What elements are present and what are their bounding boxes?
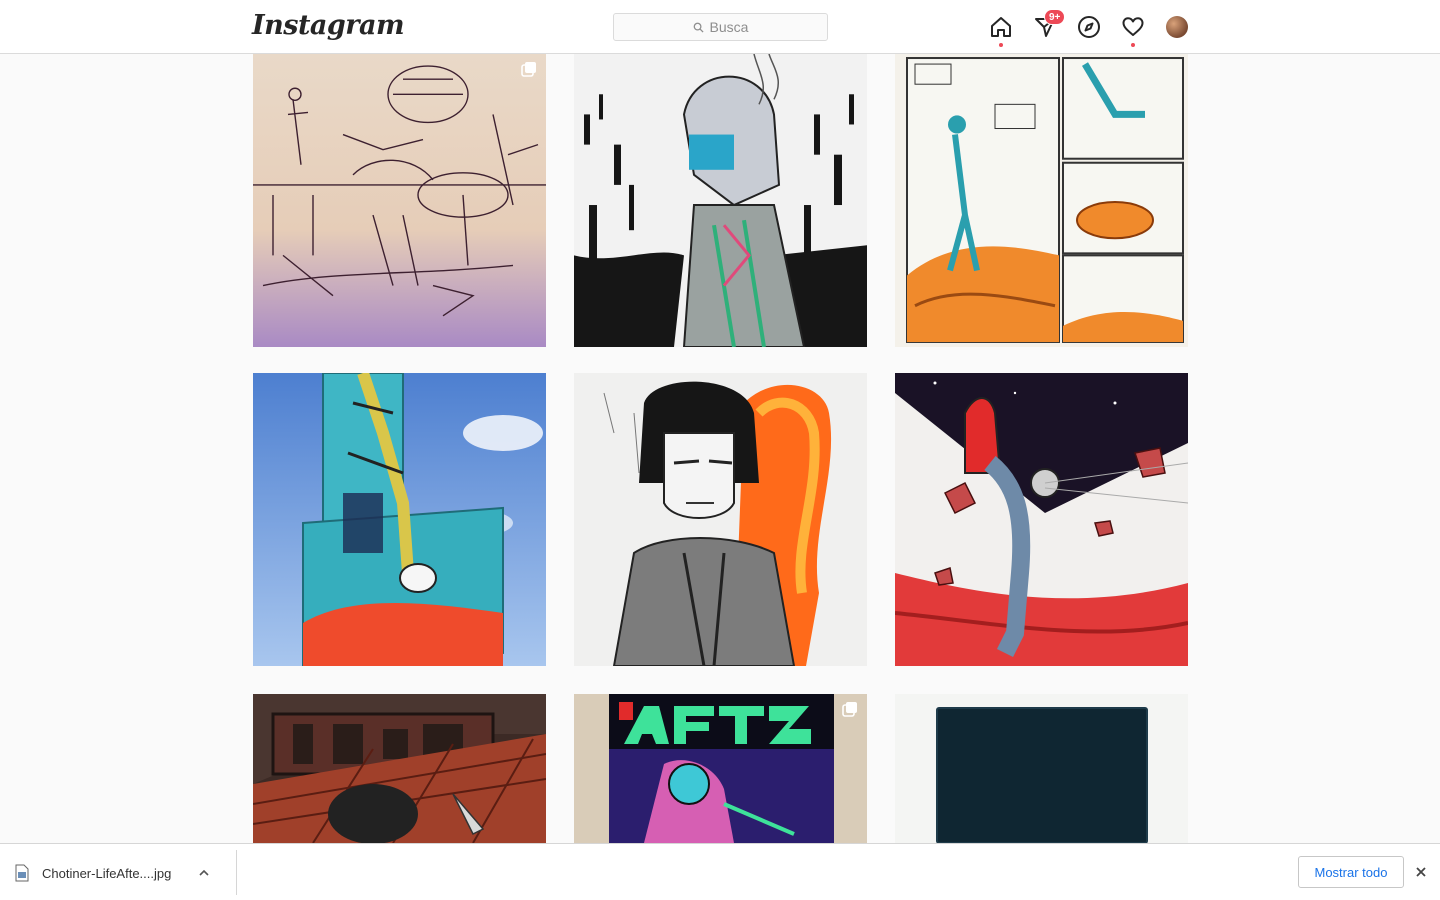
download-shelf: Chotiner-LifeAfte....jpg Mostrar todo — [0, 843, 1440, 900]
post-thumbnail-1[interactable] — [253, 54, 546, 347]
multiple-posts-icon — [520, 60, 538, 78]
post-thumbnail-2[interactable] — [574, 54, 867, 347]
container-tower-mural-image — [253, 373, 546, 666]
direct-badge: 9+ — [1044, 9, 1066, 25]
show-all-downloads-button[interactable]: Mostrar todo — [1298, 856, 1404, 888]
activity-button[interactable] — [1120, 14, 1146, 47]
toolbox-knife-image — [253, 694, 546, 843]
search-input[interactable]: Busca — [613, 13, 828, 41]
home-button[interactable] — [988, 14, 1014, 47]
sketch-beach-image — [253, 54, 546, 347]
image-file-icon — [15, 864, 29, 882]
search-icon — [693, 22, 704, 33]
search-placeholder: Busca — [709, 19, 749, 35]
chevron-up-icon[interactable] — [197, 866, 211, 880]
after-paradise-cover-image — [574, 694, 867, 843]
astronaut-red-planet-image — [895, 373, 1188, 666]
multiple-posts-icon — [841, 700, 859, 718]
post-thumbnail-3[interactable] — [895, 54, 1188, 347]
cyborg-profile-image — [574, 54, 867, 347]
close-icon[interactable] — [1414, 865, 1428, 879]
profile-avatar[interactable] — [1166, 16, 1188, 38]
comic-page-image — [895, 54, 1188, 347]
direct-button[interactable]: 9+ — [1032, 9, 1066, 40]
home-notification-dot — [999, 43, 1003, 47]
post-thumbnail-6[interactable] — [895, 373, 1188, 666]
activity-heart-icon — [1122, 17, 1144, 36]
explore-icon — [1078, 16, 1100, 38]
post-thumbnail-7[interactable] — [253, 694, 546, 843]
top-navigation-bar: Instagram Busca 9+ — [0, 0, 1440, 54]
home-icon — [991, 17, 1011, 37]
activity-notification-dot — [1131, 43, 1135, 47]
girl-portrait-orange-image — [574, 373, 867, 666]
instagram-logo[interactable]: Instagram — [252, 10, 405, 41]
download-file-name: Chotiner-LifeAfte....jpg — [42, 865, 172, 881]
post-thumbnail-9[interactable] — [895, 694, 1188, 843]
download-divider — [236, 850, 237, 895]
post-thumbnail-8[interactable] — [574, 694, 867, 843]
dark-book-image — [895, 694, 1188, 843]
post-thumbnail-5[interactable] — [574, 373, 867, 666]
download-item[interactable]: Chotiner-LifeAfte....jpg — [14, 857, 211, 889]
post-thumbnail-4[interactable] — [253, 373, 546, 666]
explore-button[interactable] — [1076, 14, 1102, 40]
